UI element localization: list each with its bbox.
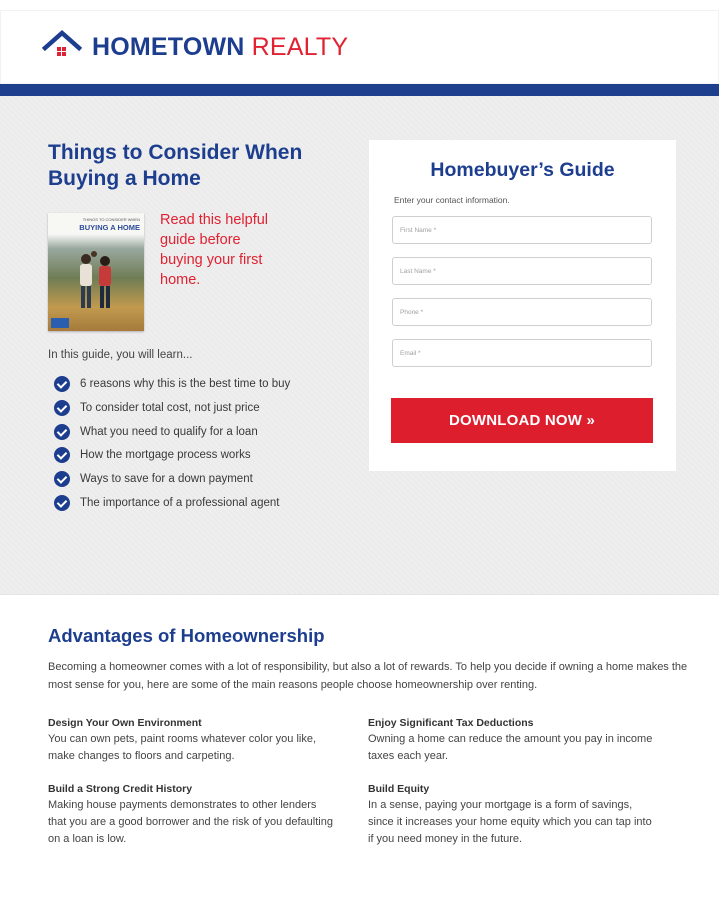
advantage-item: Enjoy Significant Tax Deductions Owning … <box>368 717 688 765</box>
advantages-title: Advantages of Homeownership <box>48 625 325 646</box>
guide-promo: THINGS TO CONSIDER WHEN BUYING A HOME Re… <box>48 211 348 331</box>
advantages-grid: Design Your Own Environment You can own … <box>48 717 688 848</box>
site-header: HOMETOWN REALTY <box>0 10 719 84</box>
lead-form: Homebuyer’s Guide Enter your contact inf… <box>369 140 676 471</box>
advantage-body: Making house payments demonstrates to ot… <box>48 798 333 845</box>
list-item-label: 6 reasons why this is the best time to b… <box>80 377 291 390</box>
form-fields <box>392 216 676 367</box>
advantages-section: Advantages of Homeownership Becoming a h… <box>48 625 688 848</box>
brand-name-light: REALTY <box>251 32 349 61</box>
guide-cover-subtitle: THINGS TO CONSIDER WHEN <box>82 216 140 222</box>
family-photo-icon <box>80 250 111 308</box>
brand-name: HOMETOWN REALTY <box>92 32 349 61</box>
hero-title: Things to Consider When Buying a Home <box>48 141 303 191</box>
brand-logo[interactable]: HOMETOWN REALTY <box>42 30 348 64</box>
guide-cover-title: BUYING A HOME <box>79 222 140 232</box>
advantage-heading: Build a Strong Credit History <box>48 782 193 795</box>
first-name-field[interactable] <box>392 216 652 244</box>
house-logo-icon <box>42 30 82 64</box>
checkmark-icon <box>54 495 70 512</box>
form-subtitle: Enter your contact information. <box>394 195 510 205</box>
list-item-label: What you need to qualify for a loan <box>80 425 258 438</box>
hero-content: Things to Consider When Buying a Home TH… <box>48 140 348 516</box>
checkmark-icon <box>54 399 70 416</box>
guide-cover-image: THINGS TO CONSIDER WHEN BUYING A HOME <box>48 212 144 331</box>
advantage-item: Build Equity In a sense, paying your mor… <box>368 783 688 848</box>
form-title: Homebuyer’s Guide <box>430 159 615 181</box>
last-name-field[interactable] <box>392 257 652 285</box>
list-item: What you need to qualify for a loan <box>48 420 348 443</box>
checkmark-icon <box>54 423 70 440</box>
top-spacer <box>0 0 719 10</box>
list-item-label: To consider total cost, not just price <box>80 401 260 414</box>
list-item: 6 reasons why this is the best time to b… <box>48 373 348 396</box>
brand-name-bold: HOMETOWN <box>92 32 245 61</box>
download-now-button[interactable]: DOWNLOAD NOW » <box>391 398 653 443</box>
advantage-body: You can own pets, paint rooms whatever c… <box>48 732 317 762</box>
header-accent-bar <box>0 84 719 96</box>
learn-intro: In this guide, you will learn... <box>48 348 193 361</box>
list-item: The importance of a professional agent <box>48 492 348 515</box>
hero-section: Things to Consider When Buying a Home TH… <box>0 96 719 595</box>
list-item-label: How the mortgage process works <box>80 449 251 462</box>
advantage-heading: Enjoy Significant Tax Deductions <box>368 716 534 729</box>
list-item-label: The importance of a professional agent <box>80 497 280 510</box>
checkmark-icon <box>54 375 70 392</box>
list-item: How the mortgage process works <box>48 444 348 467</box>
advantage-item: Build a Strong Credit History Making hou… <box>48 783 368 848</box>
learn-checklist: 6 reasons why this is the best time to b… <box>48 373 348 515</box>
email-field[interactable] <box>392 339 652 367</box>
list-item-label: Ways to save for a down payment <box>80 473 253 486</box>
guide-cover-badge <box>51 317 69 328</box>
checkmark-icon <box>54 447 70 464</box>
list-item: To consider total cost, not just price <box>48 396 348 419</box>
list-item: Ways to save for a down payment <box>48 468 348 491</box>
checkmark-icon <box>54 471 70 488</box>
advantage-body: Owning a home can reduce the amount you … <box>368 732 653 762</box>
guide-callout: Read this helpful guide before buying yo… <box>160 211 269 289</box>
advantage-body: In a sense, paying your mortgage is a fo… <box>368 798 652 845</box>
advantage-heading: Build Equity <box>368 782 430 795</box>
phone-field[interactable] <box>392 298 652 326</box>
advantage-item: Design Your Own Environment You can own … <box>48 717 368 765</box>
advantages-intro: Becoming a homeowner comes with a lot of… <box>48 661 688 691</box>
advantage-heading: Design Your Own Environment <box>48 716 202 729</box>
